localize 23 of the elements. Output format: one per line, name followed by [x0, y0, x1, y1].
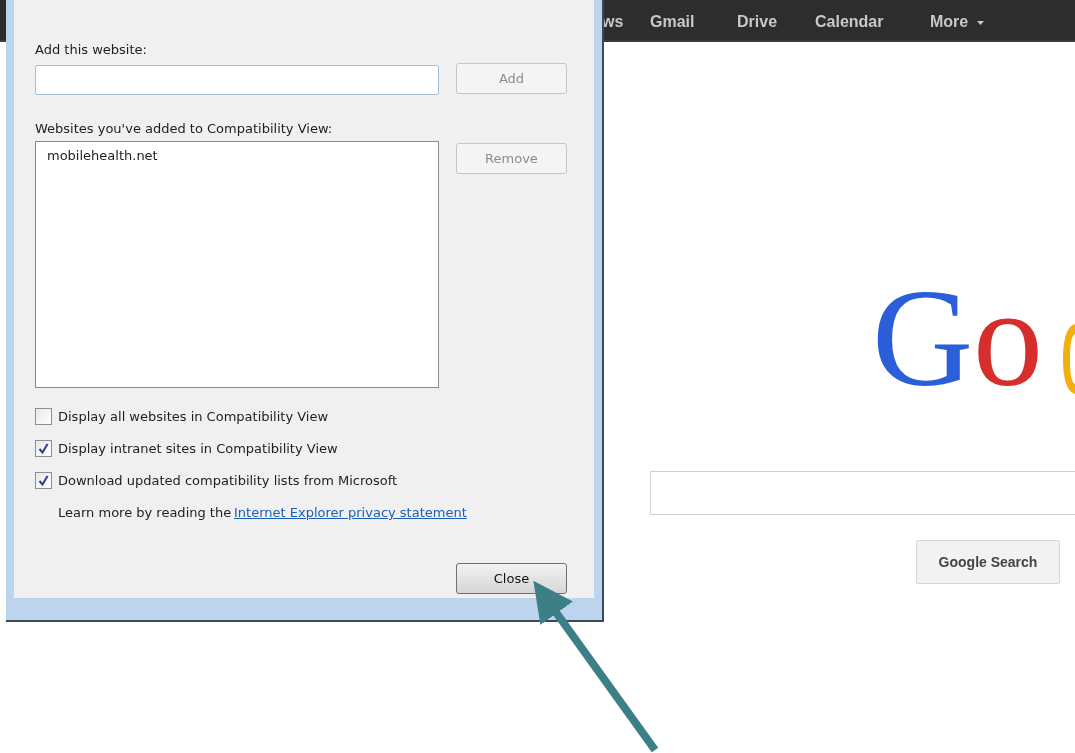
- field-label: Websites you've added to Compatibility View:: [35, 120, 333, 138]
- list-item[interactable]: mobilehealth.net: [46, 146, 159, 166]
- checkbox-label: Display intranet sites in Compatibility View: [58, 440, 338, 458]
- website-input-field[interactable]: [35, 65, 439, 95]
- nav-link[interactable]: Gmail: [650, 10, 695, 34]
- close-button[interactable]: Close: [456, 563, 567, 594]
- website-list[interactable]: mobilehealth.net: [35, 141, 439, 388]
- nav-link[interactable]: Calendar: [815, 10, 884, 34]
- checkbox-label: Display all websites in Compatibility View: [58, 408, 329, 426]
- nav-link[interactable]: Drive: [737, 10, 778, 34]
- logo-letter: o: [973, 268, 1044, 408]
- logo-fragment-icon: [1063, 324, 1075, 394]
- privacy-text: Learn more by reading the: [58, 504, 232, 522]
- field-label: Add this website:: [35, 41, 147, 59]
- logo-letter: G: [872, 268, 974, 408]
- privacy-link[interactable]: Internet Explorer privacy statement: [234, 503, 467, 523]
- checkbox[interactable]: [35, 440, 52, 457]
- checkbox-label: Download updated compatibility lists from Microsoft: [58, 472, 398, 490]
- search-button[interactable]: Google Search: [916, 540, 1060, 584]
- checkbox[interactable]: [35, 408, 52, 425]
- nav-link[interactable]: More: [930, 10, 984, 34]
- search-field[interactable]: [650, 471, 1075, 515]
- checkbox[interactable]: [35, 472, 52, 489]
